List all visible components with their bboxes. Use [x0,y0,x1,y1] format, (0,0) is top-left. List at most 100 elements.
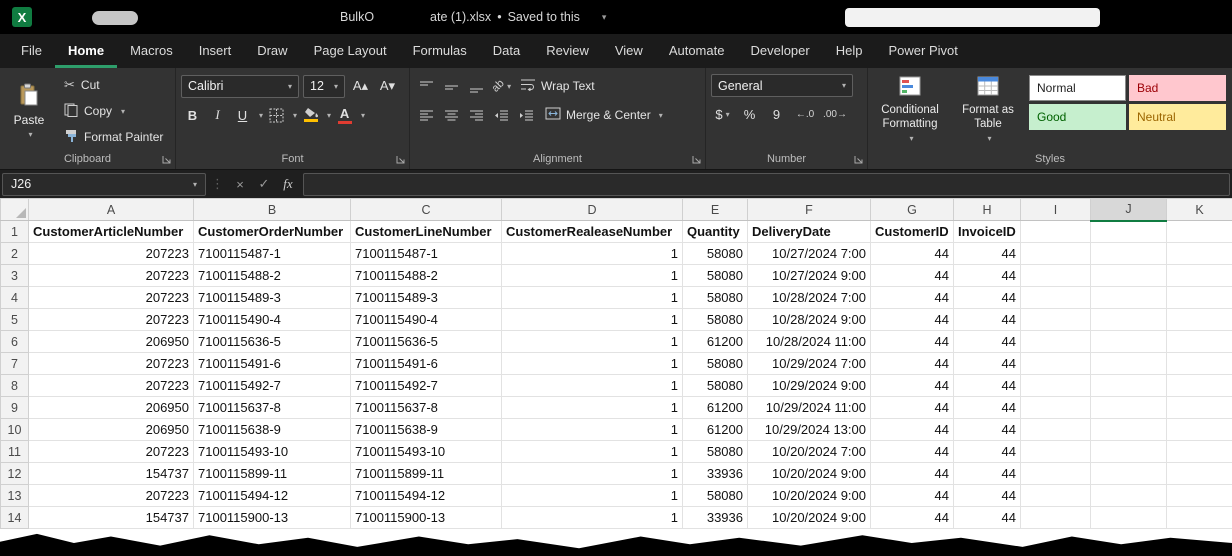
cell-K5[interactable] [1167,309,1232,331]
tab-help[interactable]: Help [823,34,876,68]
decrease-font-size-button[interactable]: A▾ [376,74,399,98]
cell-H14[interactable]: 44 [954,507,1021,529]
tab-home[interactable]: Home [55,34,117,68]
cell-F7[interactable]: 10/29/2024 7:00 [748,353,871,375]
cell-J7[interactable] [1091,353,1167,375]
cell-D1[interactable]: CustomerRealeaseNumber [502,221,683,243]
cell-E7[interactable]: 58080 [683,353,748,375]
italic-button[interactable]: I [206,103,229,127]
cell-I3[interactable] [1021,265,1091,287]
decrease-decimal-button[interactable]: .00→ [822,102,848,126]
cell-A13[interactable]: 207223 [29,485,194,507]
cell-B10[interactable]: 7100115638-9 [194,419,351,441]
cell-G5[interactable]: 44 [871,309,954,331]
tab-macros[interactable]: Macros [117,34,186,68]
cell-C2[interactable]: 7100115487-1 [351,243,502,265]
cell-C14[interactable]: 7100115900-13 [351,507,502,529]
cell-I8[interactable] [1021,375,1091,397]
cell-J12[interactable] [1091,463,1167,485]
cell-B9[interactable]: 7100115637-8 [194,397,351,419]
format-as-table-button[interactable]: Format as Table ▾ [953,73,1023,144]
cell-style-good[interactable]: Good [1029,104,1126,130]
row-header-6[interactable]: 6 [1,331,29,353]
cut-button[interactable]: ✂ Cut [61,73,166,97]
cell-A1[interactable]: CustomerArticleNumber [29,221,194,243]
cell-G7[interactable]: 44 [871,353,954,375]
cell-C8[interactable]: 7100115492-7 [351,375,502,397]
cell-G10[interactable]: 44 [871,419,954,441]
cell-D10[interactable]: 1 [502,419,683,441]
row-header-2[interactable]: 2 [1,243,29,265]
row-header-9[interactable]: 9 [1,397,29,419]
comma-style-button[interactable]: 9 [765,102,788,126]
cell-J1[interactable] [1091,221,1167,243]
col-header-F[interactable]: F [748,199,871,221]
cell-K9[interactable] [1167,397,1232,419]
cell-J5[interactable] [1091,309,1167,331]
cell-E5[interactable]: 58080 [683,309,748,331]
cell-G11[interactable]: 44 [871,441,954,463]
cell-K14[interactable] [1167,507,1232,529]
fill-color-button[interactable] [299,103,322,127]
cell-I1[interactable] [1021,221,1091,243]
formula-input[interactable] [303,173,1230,196]
cell-A9[interactable]: 206950 [29,397,194,419]
cell-F9[interactable]: 10/29/2024 11:00 [748,397,871,419]
conditional-formatting-button[interactable]: Conditional Formatting ▾ [873,73,947,144]
tab-file[interactable]: File [8,34,55,68]
cell-G4[interactable]: 44 [871,287,954,309]
row-header-11[interactable]: 11 [1,441,29,463]
col-header-C[interactable]: C [351,199,502,221]
cell-B8[interactable]: 7100115492-7 [194,375,351,397]
cell-F14[interactable]: 10/20/2024 9:00 [748,507,871,529]
cell-H1[interactable]: InvoiceID [954,221,1021,243]
cell-K8[interactable] [1167,375,1232,397]
tab-power-pivot[interactable]: Power Pivot [875,34,970,68]
cell-B14[interactable]: 7100115900-13 [194,507,351,529]
cell-E10[interactable]: 61200 [683,419,748,441]
bold-button[interactable]: B [181,103,204,127]
cell-D8[interactable]: 1 [502,375,683,397]
percent-style-button[interactable]: % [738,102,761,126]
tab-data[interactable]: Data [480,34,533,68]
cell-I9[interactable] [1021,397,1091,419]
cell-D9[interactable]: 1 [502,397,683,419]
cell-E9[interactable]: 61200 [683,397,748,419]
cell-C13[interactable]: 7100115494-12 [351,485,502,507]
merge-center-button[interactable]: Merge & Center ▾ [540,103,668,127]
cell-I13[interactable] [1021,485,1091,507]
cell-K2[interactable] [1167,243,1232,265]
cell-K3[interactable] [1167,265,1232,287]
tab-developer[interactable]: Developer [737,34,822,68]
cell-K11[interactable] [1167,441,1232,463]
cell-C4[interactable]: 7100115489-3 [351,287,502,309]
cell-style-neutral[interactable]: Neutral [1129,104,1226,130]
cell-F4[interactable]: 10/28/2024 7:00 [748,287,871,309]
cell-A3[interactable]: 207223 [29,265,194,287]
number-dialog-launcher-icon[interactable] [853,154,864,165]
cell-I4[interactable] [1021,287,1091,309]
cell-A11[interactable]: 207223 [29,441,194,463]
cell-E3[interactable]: 58080 [683,265,748,287]
cell-B6[interactable]: 7100115636-5 [194,331,351,353]
cell-H7[interactable]: 44 [954,353,1021,375]
document-title[interactable]: BulkO ate (1).xlsx • Saved to this ▾ [340,0,606,34]
cell-E12[interactable]: 33936 [683,463,748,485]
cell-I2[interactable] [1021,243,1091,265]
cell-A14[interactable]: 154737 [29,507,194,529]
cell-B3[interactable]: 7100115488-2 [194,265,351,287]
cell-G9[interactable]: 44 [871,397,954,419]
cell-F6[interactable]: 10/28/2024 11:00 [748,331,871,353]
cell-J13[interactable] [1091,485,1167,507]
cell-I5[interactable] [1021,309,1091,331]
font-dialog-launcher-icon[interactable] [395,154,406,165]
col-header-A[interactable]: A [29,199,194,221]
middle-align-button[interactable] [440,74,463,98]
row-header-3[interactable]: 3 [1,265,29,287]
cell-I14[interactable] [1021,507,1091,529]
font-size-combo[interactable]: 12 ▾ [303,75,345,98]
chevron-down-icon[interactable]: ▾ [361,111,365,120]
cell-D11[interactable]: 1 [502,441,683,463]
cell-G13[interactable]: 44 [871,485,954,507]
cell-J3[interactable] [1091,265,1167,287]
